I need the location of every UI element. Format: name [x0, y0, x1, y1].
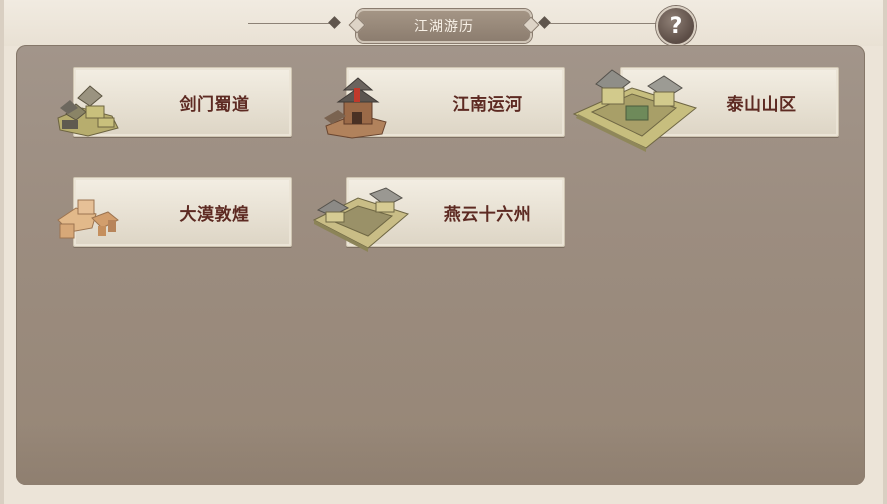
- region-card-label: 剑门蜀道: [179, 94, 250, 115]
- left-frame-edge: [0, 0, 4, 504]
- header-divider-left: [248, 23, 338, 24]
- desert-ruins-icon: [57, 199, 119, 239]
- region-card-label: 燕云十六州: [443, 204, 532, 225]
- region-card-label: 泰山山区: [726, 94, 797, 115]
- help-button[interactable]: ?: [656, 6, 696, 46]
- page-title: 江湖游历: [414, 19, 474, 35]
- title-plaque: 江湖游历: [356, 9, 532, 43]
- walled-courtyard-icon: [312, 187, 410, 252]
- region-card-label: 江南运河: [452, 94, 523, 115]
- right-frame-edge: [883, 0, 887, 504]
- mountain-village-icon: [57, 85, 119, 137]
- mountain-fortress-icon: [572, 69, 698, 152]
- header-divider-right: [548, 23, 658, 24]
- red-pavilion-icon: [324, 77, 387, 139]
- region-card-label: 大漠敦煌: [179, 204, 250, 225]
- question-mark-icon: ?: [669, 13, 683, 39]
